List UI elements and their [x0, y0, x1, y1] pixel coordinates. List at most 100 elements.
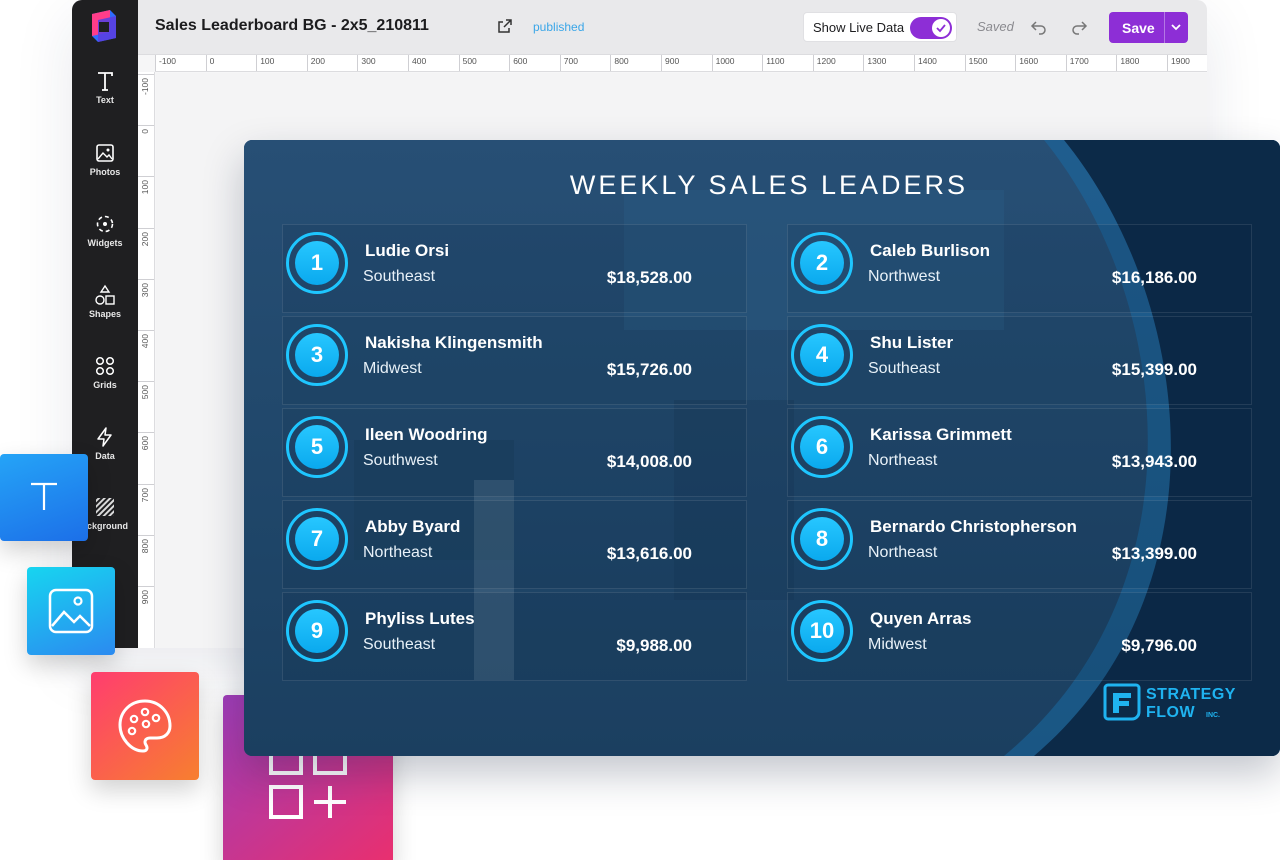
photo-tile[interactable] [27, 567, 115, 655]
ruler-tick-label: 400 [408, 55, 426, 71]
leader-row[interactable]: 1 Ludie Orsi Southeast $18,528.00 [282, 224, 747, 313]
live-data-toggle[interactable] [910, 17, 952, 39]
photo-icon [96, 144, 114, 162]
leader-row[interactable]: 5 Ileen Woodring Southwest $14,008.00 [282, 408, 747, 497]
sidebar-item-label: Text [96, 95, 114, 105]
sidebar-item-text[interactable]: Text [72, 70, 138, 120]
ruler-tick-label: 700 [140, 487, 150, 502]
rank-number: 3 [295, 333, 339, 377]
shapes-icon [95, 284, 115, 305]
ruler-tick: 700 [138, 483, 154, 535]
ruler-tick: 600 [138, 432, 154, 483]
external-link-icon[interactable] [498, 19, 512, 33]
leaderboard-title: WEEKLY SALES LEADERS [569, 170, 969, 200]
text-icon [31, 482, 57, 510]
ruler-tick: -100 [138, 74, 154, 125]
leader-amount: $15,399.00 [1111, 360, 1197, 379]
ruler-tick-label: 100 [256, 55, 274, 71]
sidebar-item-label: Grids [93, 380, 117, 390]
ruler-tick-label: 500 [140, 385, 150, 400]
leader-row[interactable]: 10 Quyen Arras Midwest $9,796.00 [787, 592, 1252, 681]
leader-amount: $18,528.00 [606, 268, 692, 287]
rank-number: 10 [800, 609, 844, 653]
leader-name: Ludie Orsi [365, 241, 450, 260]
ruler-tick: 800 [138, 534, 154, 586]
rank-badge: 5 [286, 416, 348, 478]
leader-amount: $13,616.00 [606, 544, 692, 563]
ruler-tick: 0 [138, 125, 154, 176]
leader-row[interactable]: 9 Phyliss Lutes Southeast $9,988.00 [282, 592, 747, 681]
sidebar-item-label: Shapes [88, 309, 121, 319]
rank-number: 4 [800, 333, 844, 377]
chevron-down-icon[interactable] [1170, 21, 1182, 33]
leader-row[interactable]: 3 Nakisha Klingensmith Midwest $15,726.00 [282, 316, 747, 405]
page: Text Photos Widgets Shapes Grids Data ac… [0, 0, 1280, 860]
sidebar-item-grids[interactable]: Grids [72, 355, 138, 405]
ruler-tick: 200 [138, 227, 154, 279]
save-button-divider [1164, 12, 1165, 43]
rank-badge: 4 [791, 324, 853, 386]
leaderboard-canvas[interactable]: WEEKLY SALES LEADERS 1 Ludie Orsi Southeas… [244, 140, 1280, 756]
redo-icon[interactable] [1070, 18, 1088, 36]
leader-row[interactable]: 4 Shu Lister Southeast $15,399.00 [787, 316, 1252, 405]
text-tile[interactable] [0, 454, 88, 541]
sidebar-item-photos[interactable]: Photos [72, 142, 138, 192]
palette-tile[interactable] [91, 672, 199, 780]
leader-region: Southeast [363, 636, 436, 653]
rank-badge: 8 [791, 508, 853, 570]
leader-row[interactable]: 2 Caleb Burlison Northwest $16,186.00 [787, 224, 1252, 313]
leader-region: Southwest [363, 452, 438, 469]
ruler-tick-label: 200 [140, 231, 150, 246]
leader-region: Midwest [868, 636, 927, 653]
rank-number: 9 [295, 609, 339, 653]
leader-region: Northeast [363, 544, 433, 561]
undo-icon[interactable] [1030, 18, 1048, 36]
rank-badge: 10 [791, 600, 853, 662]
ruler-tick-label: 700 [559, 55, 578, 71]
top-toolbar: Sales Leaderboard BG - 2x5_210811 publis… [138, 0, 1207, 55]
rank-number: 5 [295, 425, 339, 469]
rank-badge: 2 [791, 232, 853, 294]
ruler-tick-label: 800 [610, 55, 629, 71]
sidebar-item-shapes[interactable]: Shapes [72, 284, 138, 334]
check-icon [936, 24, 946, 33]
ruler-tick-label: 0 [205, 55, 214, 71]
text-icon [98, 72, 113, 91]
palette-icon [118, 699, 172, 753]
rank-badge: 7 [286, 508, 348, 570]
ruler-tick: 300 [138, 278, 154, 330]
leader-row[interactable]: 7 Abby Byard Northeast $13,616.00 [282, 500, 747, 589]
save-button-label: Save [1122, 20, 1155, 36]
ruler-tick-label: 1400 [914, 55, 937, 71]
rank-number: 7 [295, 517, 339, 561]
image-icon [48, 588, 94, 634]
app-logo-icon [92, 10, 116, 42]
ruler-tick: 900 [138, 586, 154, 637]
sidebar: Text Photos Widgets Shapes Grids Data ac… [72, 0, 138, 648]
ruler-tick-label: 1600 [1015, 55, 1038, 71]
rank-number: 8 [800, 517, 844, 561]
ruler-tick: 100 [138, 176, 154, 227]
ruler-tick-label: 900 [661, 55, 679, 71]
leader-amount: $13,943.00 [1111, 452, 1197, 471]
rank-badge: 6 [791, 416, 853, 478]
leader-name: Karissa Grimmett [870, 425, 1012, 444]
background-icon [96, 498, 114, 516]
ruler-tick: 500 [138, 381, 154, 432]
sidebar-item-widgets[interactable]: Widgets [72, 213, 138, 263]
leader-name: Shu Lister [870, 333, 954, 352]
document-title[interactable]: Sales Leaderboard BG - 2x5_210811 [155, 17, 429, 35]
leader-row[interactable]: 8 Bernardo Christopherson Northeast $13,399… [787, 500, 1252, 589]
leader-name: Abby Byard [365, 517, 461, 536]
rank-badge: 9 [286, 600, 348, 662]
save-button[interactable]: Save [1109, 12, 1188, 43]
ruler-tick-label: 300 [140, 282, 150, 297]
rank-number: 1 [295, 241, 339, 285]
live-data-label: Show Live Data [813, 20, 905, 35]
leader-row[interactable]: 6 Karissa Grimmett Northeast $13,943.00 [787, 408, 1252, 497]
leader-region: Northeast [868, 544, 938, 561]
ruler-tick-label: 1900 [1167, 55, 1190, 71]
sidebar-item-label: Photos [89, 167, 121, 177]
sidebar-item-label: Widgets [87, 238, 123, 248]
widgets-icon [96, 215, 114, 233]
